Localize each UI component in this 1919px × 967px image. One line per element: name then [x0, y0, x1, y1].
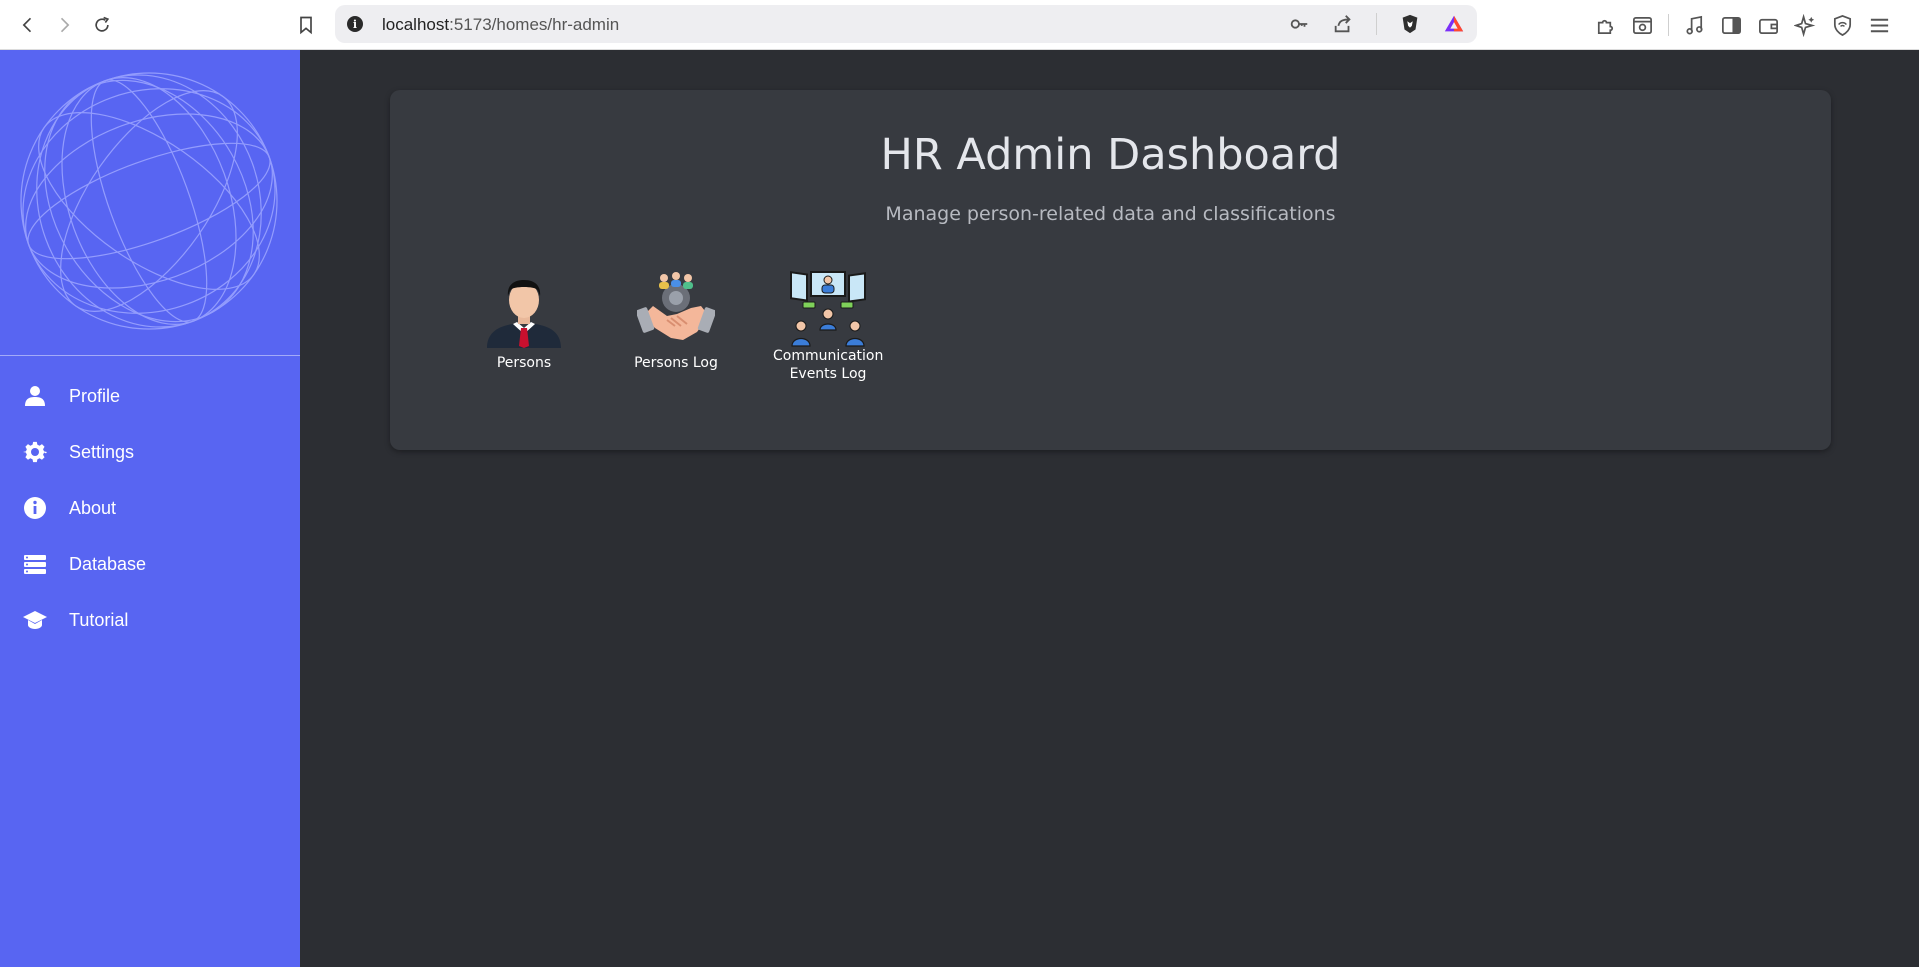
page-subtitle: Manage person-related data and classific… — [885, 203, 1336, 225]
back-arrow-icon — [22, 17, 32, 33]
url-text[interactable]: localhost:5173/homes/hr-admin — [382, 15, 619, 35]
sidebar-item-label: About — [69, 497, 117, 518]
ai-sparkle-icon[interactable] — [1794, 13, 1817, 37]
tile-label: Communication Events Log — [773, 348, 884, 382]
tile-label: Persons Log — [634, 355, 718, 371]
extensions-icon[interactable] — [1594, 14, 1617, 37]
vpn-shield-icon[interactable] — [1831, 14, 1854, 37]
tile-label: Persons — [496, 355, 552, 371]
graduation-cap-icon — [22, 607, 48, 633]
site-info-icon[interactable]: i — [347, 16, 363, 32]
sidebar-item-label: Database — [69, 553, 147, 574]
sidebar-item-about[interactable]: About — [0, 480, 300, 536]
screenshot-search-icon[interactable] — [1631, 14, 1654, 37]
music-icon[interactable] — [1683, 14, 1706, 37]
bookmark-icon — [300, 16, 312, 35]
sidebar-item-label: Settings — [69, 441, 135, 462]
bookmark-button[interactable] — [294, 13, 318, 37]
tile-persons-log[interactable]: Persons Log — [600, 270, 752, 383]
sidebar-item-label: Tutorial — [69, 609, 129, 630]
person-icon — [22, 383, 48, 409]
sidebar-item-profile[interactable]: Profile — [0, 368, 300, 424]
key-icon[interactable] — [1288, 13, 1310, 35]
sidebar-item-tutorial[interactable]: Tutorial — [0, 592, 300, 648]
businessman-icon — [487, 280, 561, 348]
url-path: :5173/homes/hr-admin — [449, 15, 620, 34]
sidebar-divider — [0, 355, 300, 356]
database-icon — [22, 551, 48, 577]
brave-rewards-icon[interactable] — [1443, 13, 1465, 35]
main-content: HR Admin Dashboard Manage person-related… — [300, 50, 1919, 967]
gear-icon — [22, 439, 48, 465]
dashboard-card: HR Admin Dashboard Manage person-related… — [390, 90, 1831, 450]
sidebar-toggle-icon[interactable] — [1720, 14, 1743, 37]
sidebar-item-database[interactable]: Database — [0, 536, 300, 592]
reload-button[interactable] — [90, 13, 114, 37]
sidebar-item-label: Profile — [69, 385, 121, 406]
tile-persons[interactable]: Persons — [448, 270, 600, 383]
handshake-icon — [637, 272, 715, 340]
page-title: HR Admin Dashboard — [880, 130, 1341, 180]
sidebar-item-settings[interactable]: Settings — [0, 424, 300, 480]
dashboard-tiles: Persons Persons Log Communication Events… — [448, 270, 904, 383]
address-bar[interactable]: i localhost:5173/homes/hr-admin — [335, 5, 1477, 43]
sidebar: Profile Settings About Database Tutorial — [0, 50, 300, 967]
sidebar-menu: Profile Settings About Database Tutorial — [0, 368, 300, 648]
back-button[interactable] — [16, 13, 40, 37]
info-icon — [22, 495, 48, 521]
url-host: localhost — [382, 15, 450, 34]
forward-button[interactable] — [52, 13, 76, 37]
forward-arrow-icon — [60, 17, 70, 33]
globe-logo-icon — [20, 72, 278, 330]
tile-communication-events-log[interactable]: Communication Events Log — [752, 270, 904, 383]
meeting-icon — [790, 271, 866, 347]
browser-toolbar: i localhost:5173/homes/hr-admin — [0, 0, 1919, 50]
brave-shield-icon[interactable] — [1399, 13, 1421, 35]
wallet-icon[interactable] — [1757, 14, 1780, 37]
share-icon[interactable] — [1332, 13, 1354, 35]
menu-icon[interactable] — [1868, 14, 1891, 37]
reload-icon — [95, 16, 110, 32]
